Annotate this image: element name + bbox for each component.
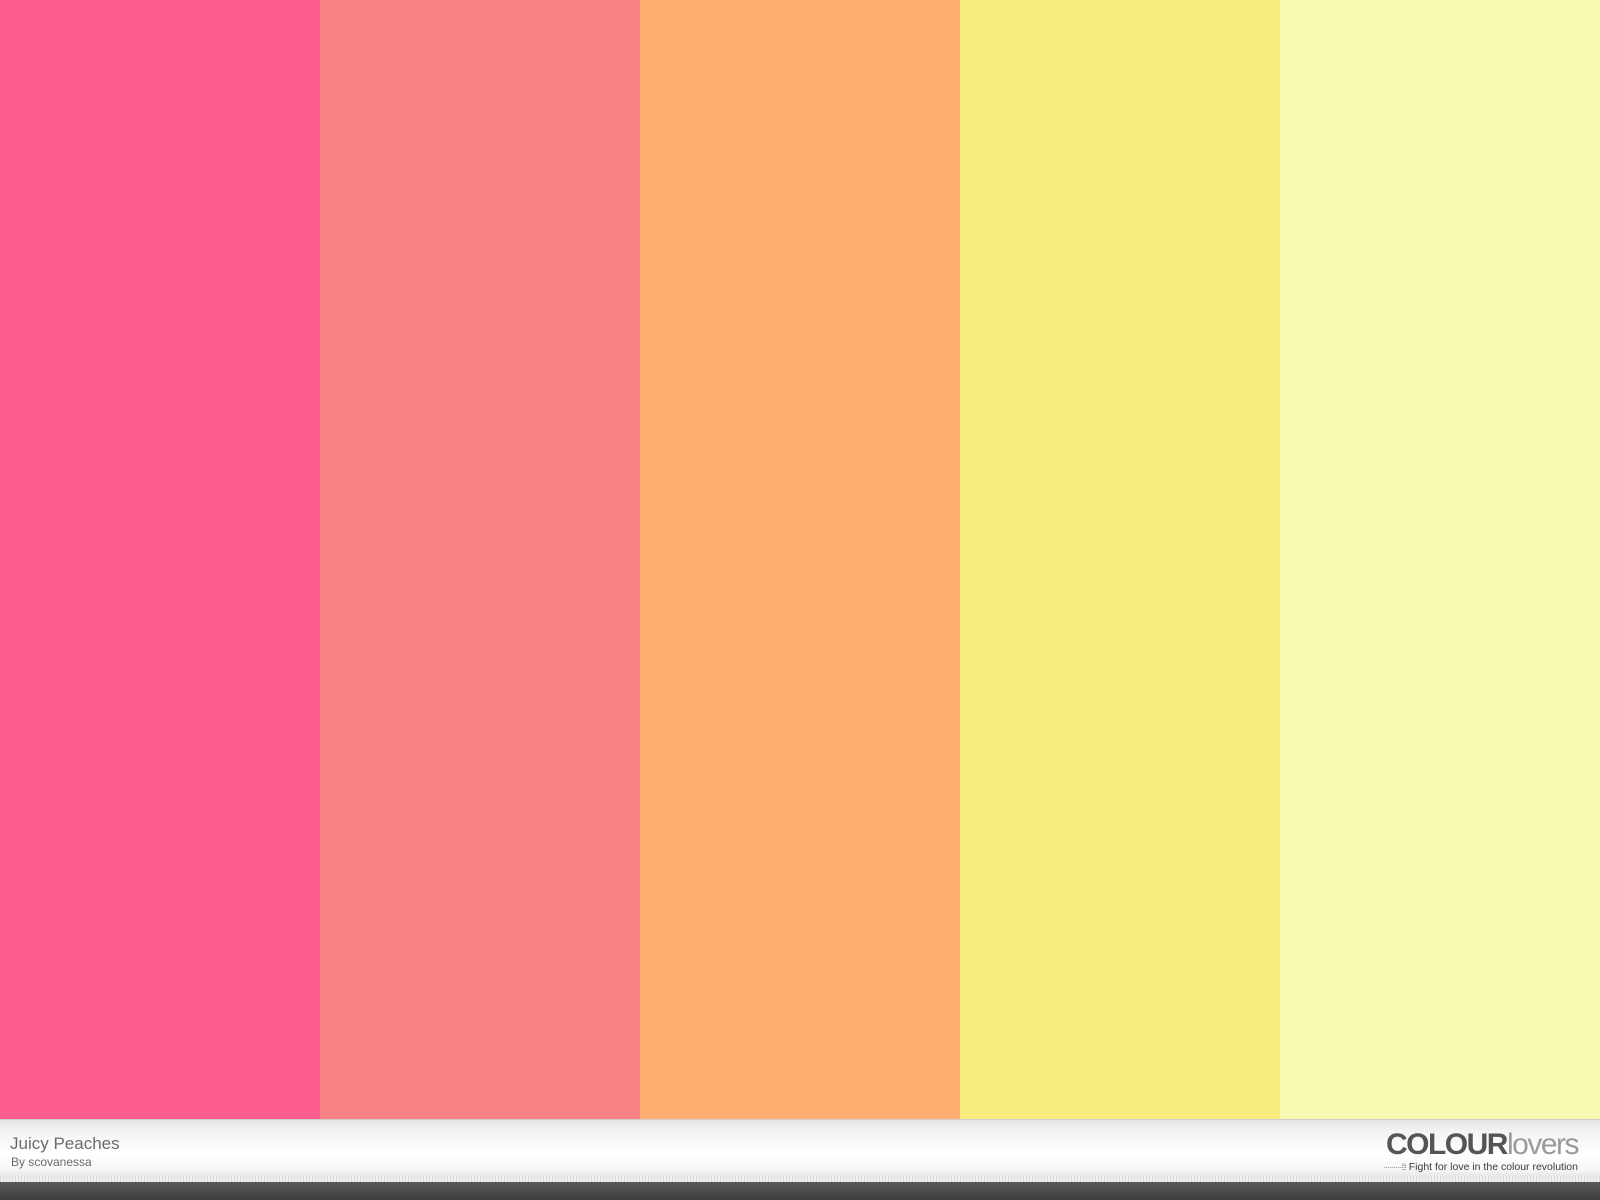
brand-tagline: Fight for love in the colour revolution	[1408, 1161, 1578, 1173]
brand-tagline-row: ·········⁞⁞⁞ Fight for love in the colour…	[1383, 1161, 1578, 1173]
brand-wordmark-light: lovers	[1506, 1128, 1580, 1161]
palette-author: By scovanessa	[11, 1155, 92, 1169]
brand-wordmark: COLOURlovers	[1383, 1128, 1580, 1161]
palette-title: Juicy Peaches	[10, 1134, 120, 1153]
palette-swatches	[0, 0, 1600, 1119]
color-swatch-5[interactable]	[1280, 0, 1600, 1119]
brand-dots-icon: ·········⁞⁞⁞	[1383, 1162, 1407, 1172]
palette-footer: Juicy Peaches By scovanessa COLOURlovers…	[0, 1119, 1600, 1182]
color-swatch-4[interactable]	[960, 0, 1280, 1119]
brand-wordmark-strong: COLOUR	[1385, 1128, 1509, 1161]
palette-page: Juicy Peaches By scovanessa COLOURlovers…	[0, 0, 1600, 1200]
colourlovers-logo[interactable]: COLOURlovers ·········⁞⁞⁞ Fight for love …	[1383, 1128, 1580, 1174]
color-swatch-1[interactable]	[0, 0, 320, 1119]
bottom-bar	[0, 1182, 1600, 1200]
color-swatch-3[interactable]	[640, 0, 960, 1119]
color-swatch-2[interactable]	[320, 0, 640, 1119]
